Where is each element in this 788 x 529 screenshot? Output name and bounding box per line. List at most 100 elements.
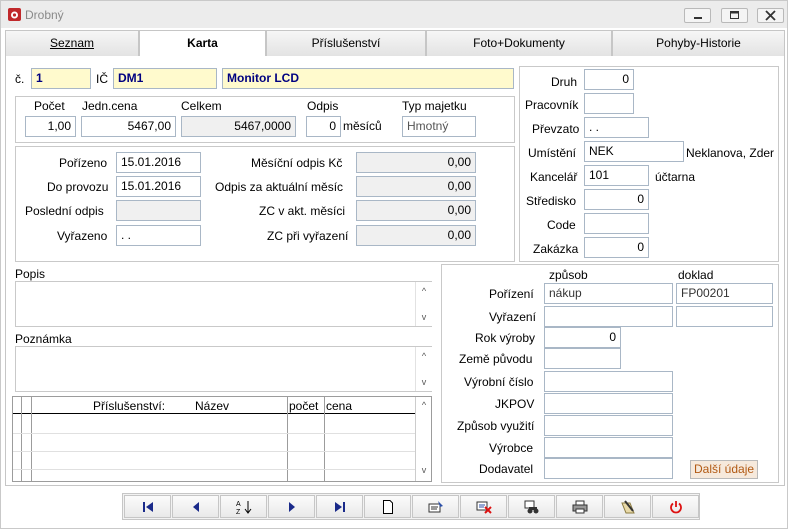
pocet-label: Počet	[34, 99, 65, 113]
close-icon	[765, 10, 776, 21]
druh-field[interactable]: 0	[584, 69, 634, 90]
jedn-cena-field[interactable]: 5467,00	[81, 116, 176, 137]
porizeni-zpusob-field[interactable]: nákup	[544, 283, 673, 304]
jkpov-label: JKPOV	[495, 397, 535, 411]
printer-icon	[572, 500, 587, 513]
zc-akt-label: ZC v akt. měsíci	[259, 204, 346, 218]
scroll-up-icon: ^	[421, 286, 427, 296]
zc-vyrazeni-field: 0,00	[356, 225, 476, 246]
close-button[interactable]	[757, 8, 784, 23]
scroll-down-icon: v	[421, 377, 427, 387]
mesicni-odpis-field: 0,00	[356, 152, 476, 173]
vyrobni-cislo-field[interactable]	[544, 371, 673, 392]
celkem-label: Celkem	[181, 99, 222, 113]
prevzato-field[interactable]: . .	[584, 117, 649, 138]
print-button[interactable]	[556, 495, 603, 518]
first-record-button[interactable]	[124, 495, 171, 518]
new-record-button[interactable]	[364, 495, 411, 518]
first-icon	[142, 501, 153, 512]
vyrazeno-label: Vyřazeno	[57, 229, 108, 243]
ic-label: IČ	[96, 72, 108, 86]
tab-foto-dokumenty[interactable]: Foto+Dokumenty	[426, 30, 612, 56]
zpusob-vyuziti-field[interactable]	[544, 415, 673, 436]
vyrazeni-doklad-field[interactable]	[676, 306, 773, 327]
jedn-cena-label: Jedn.cena	[82, 99, 138, 113]
posledni-odpis-label: Poslední odpis	[25, 204, 104, 218]
svg-text:Z: Z	[236, 509, 241, 515]
minimize-icon	[694, 17, 702, 19]
last-record-button[interactable]	[316, 495, 363, 518]
maximize-button[interactable]	[721, 8, 748, 23]
tab-karta[interactable]: Karta	[139, 30, 266, 57]
tab-prislusenstvi[interactable]: Příslušenství	[266, 30, 426, 56]
vyrazeno-field[interactable]: . .	[116, 225, 201, 246]
previous-record-button[interactable]	[172, 495, 219, 518]
tools-button[interactable]	[604, 495, 651, 518]
stredisko-label: Středisko	[526, 194, 577, 208]
evidence-group	[519, 66, 779, 262]
popis-textarea[interactable]: ^ v	[15, 281, 432, 327]
kancelar-field[interactable]: 101	[584, 165, 649, 186]
zc-vyrazeni-label: ZC při vyřazení	[267, 229, 349, 243]
tab-label: Příslušenství	[311, 36, 381, 50]
vyrobni-cislo-label: Výrobní číslo	[464, 375, 534, 389]
doklad-header: doklad	[678, 268, 714, 282]
zakazka-label: Zakázka	[533, 242, 579, 256]
tab-pohyby-historie[interactable]: Pohyby-Historie	[612, 30, 785, 56]
poznamka-scrollbar[interactable]: ^ v	[415, 347, 432, 391]
rok-vyroby-label: Rok výroby	[475, 331, 536, 345]
ic-field[interactable]: DM1	[113, 68, 217, 89]
dalsi-udaje-button[interactable]: Další údaje	[690, 460, 759, 479]
grid-row	[13, 469, 415, 470]
edit-record-button[interactable]	[412, 495, 459, 518]
pocet-field[interactable]: 1,00	[25, 116, 76, 137]
cislo-field[interactable]: 1	[31, 68, 91, 89]
zeme-puvodu-label: Země původu	[459, 352, 533, 366]
minimize-button[interactable]	[684, 8, 711, 23]
umisteni-field[interactable]: NEK	[584, 141, 684, 162]
grid-scrollbar[interactable]: ^ v	[415, 397, 431, 481]
tab-label: Seznam	[49, 36, 95, 50]
poznamka-textarea[interactable]: ^ v	[15, 346, 432, 392]
vyrazeni-zpusob-field[interactable]	[544, 306, 673, 327]
next-record-button[interactable]	[268, 495, 315, 518]
cislo-label: č.	[15, 72, 25, 86]
sort-button[interactable]: AZ	[220, 495, 267, 518]
popis-scrollbar[interactable]: ^ v	[415, 282, 432, 326]
rok-vyroby-field[interactable]: 0	[544, 327, 621, 348]
dodavatel-field[interactable]	[544, 458, 673, 479]
find-record-button[interactable]	[508, 495, 555, 518]
typ-majetku-field[interactable]: Hmotný	[402, 116, 476, 137]
porizeni-doklad-field[interactable]: FP00201	[676, 283, 773, 304]
zakazka-field[interactable]: 0	[584, 237, 649, 258]
stredisko-field[interactable]: 0	[584, 189, 649, 210]
svg-text:A: A	[236, 501, 241, 508]
previous-icon	[192, 501, 199, 512]
edit-icon	[428, 500, 443, 512]
odpis-field[interactable]: 0	[306, 116, 341, 137]
do-provozu-label: Do provozu	[47, 180, 109, 194]
jkpov-field[interactable]	[544, 393, 673, 414]
odpis-aktualni-field: 0,00	[356, 176, 476, 197]
grid-col-prislusenstvi: Příslušenství:	[93, 399, 166, 413]
mesicni-odpis-label: Měsíční odpis Kč	[251, 156, 343, 170]
code-field[interactable]	[584, 213, 649, 234]
delete-record-button[interactable]	[460, 495, 507, 518]
zeme-puvodu-field[interactable]	[544, 348, 621, 369]
umisteni-label: Umístění	[528, 146, 577, 160]
porizeno-field[interactable]: 15.01.2016	[116, 152, 201, 173]
odpis-label: Odpis	[307, 99, 339, 113]
tab-seznam[interactable]: Seznam	[5, 30, 139, 56]
vyrobce-field[interactable]	[544, 437, 673, 458]
navigation-toolbar: AZ	[122, 493, 700, 520]
exit-button[interactable]	[652, 495, 699, 518]
druh-label: Druh	[551, 75, 578, 89]
window-title: Drobný	[25, 8, 64, 22]
do-provozu-field[interactable]: 15.01.2016	[116, 176, 201, 197]
grid-col-pocet: počet	[289, 399, 319, 413]
accessories-grid[interactable]: Příslušenství: Název počet cena ^ v	[12, 396, 432, 482]
scroll-down-icon: v	[421, 465, 427, 475]
pracovnik-field[interactable]	[584, 93, 634, 114]
name-field[interactable]: Monitor LCD	[222, 68, 514, 89]
code-label: Code	[547, 218, 576, 232]
